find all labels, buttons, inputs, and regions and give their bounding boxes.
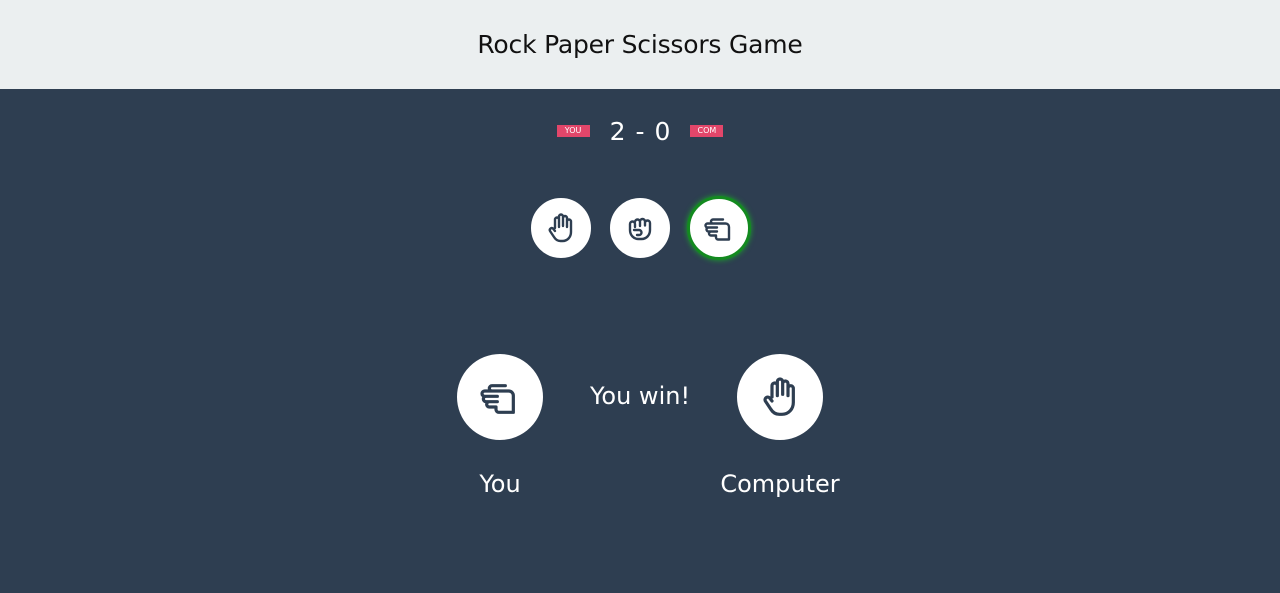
page-title: Rock Paper Scissors Game [477,30,803,59]
computer-score: 0 [654,116,671,146]
computer-result: Computer [700,352,860,498]
user-result: You [420,352,580,498]
user-badge: YOU [556,125,590,137]
score-separator: - [635,116,645,146]
computer-badge: COM [690,125,724,137]
scissors-button[interactable] [687,196,751,260]
user-score: 2 [609,116,626,146]
result-area: You You win! Computer [0,352,1280,512]
rock-button[interactable] [608,196,672,260]
score-display: 2 - 0 [610,117,671,146]
hand-paper-icon [763,377,795,416]
paper-button[interactable] [529,196,593,260]
header-bar: Rock Paper Scissors Game [0,0,1280,89]
computer-label: Computer [720,470,840,498]
hand-paper-icon [548,213,573,243]
choice-buttons [0,196,1280,260]
hand-scissors-icon [704,218,731,241]
user-label: You [479,470,521,498]
scoreboard: YOU 2 - 0 COM [0,113,1280,149]
hand-rock-icon [628,217,652,241]
user-choice-display [455,352,545,442]
computer-choice-display [735,352,825,442]
hand-scissors-icon [480,384,515,414]
